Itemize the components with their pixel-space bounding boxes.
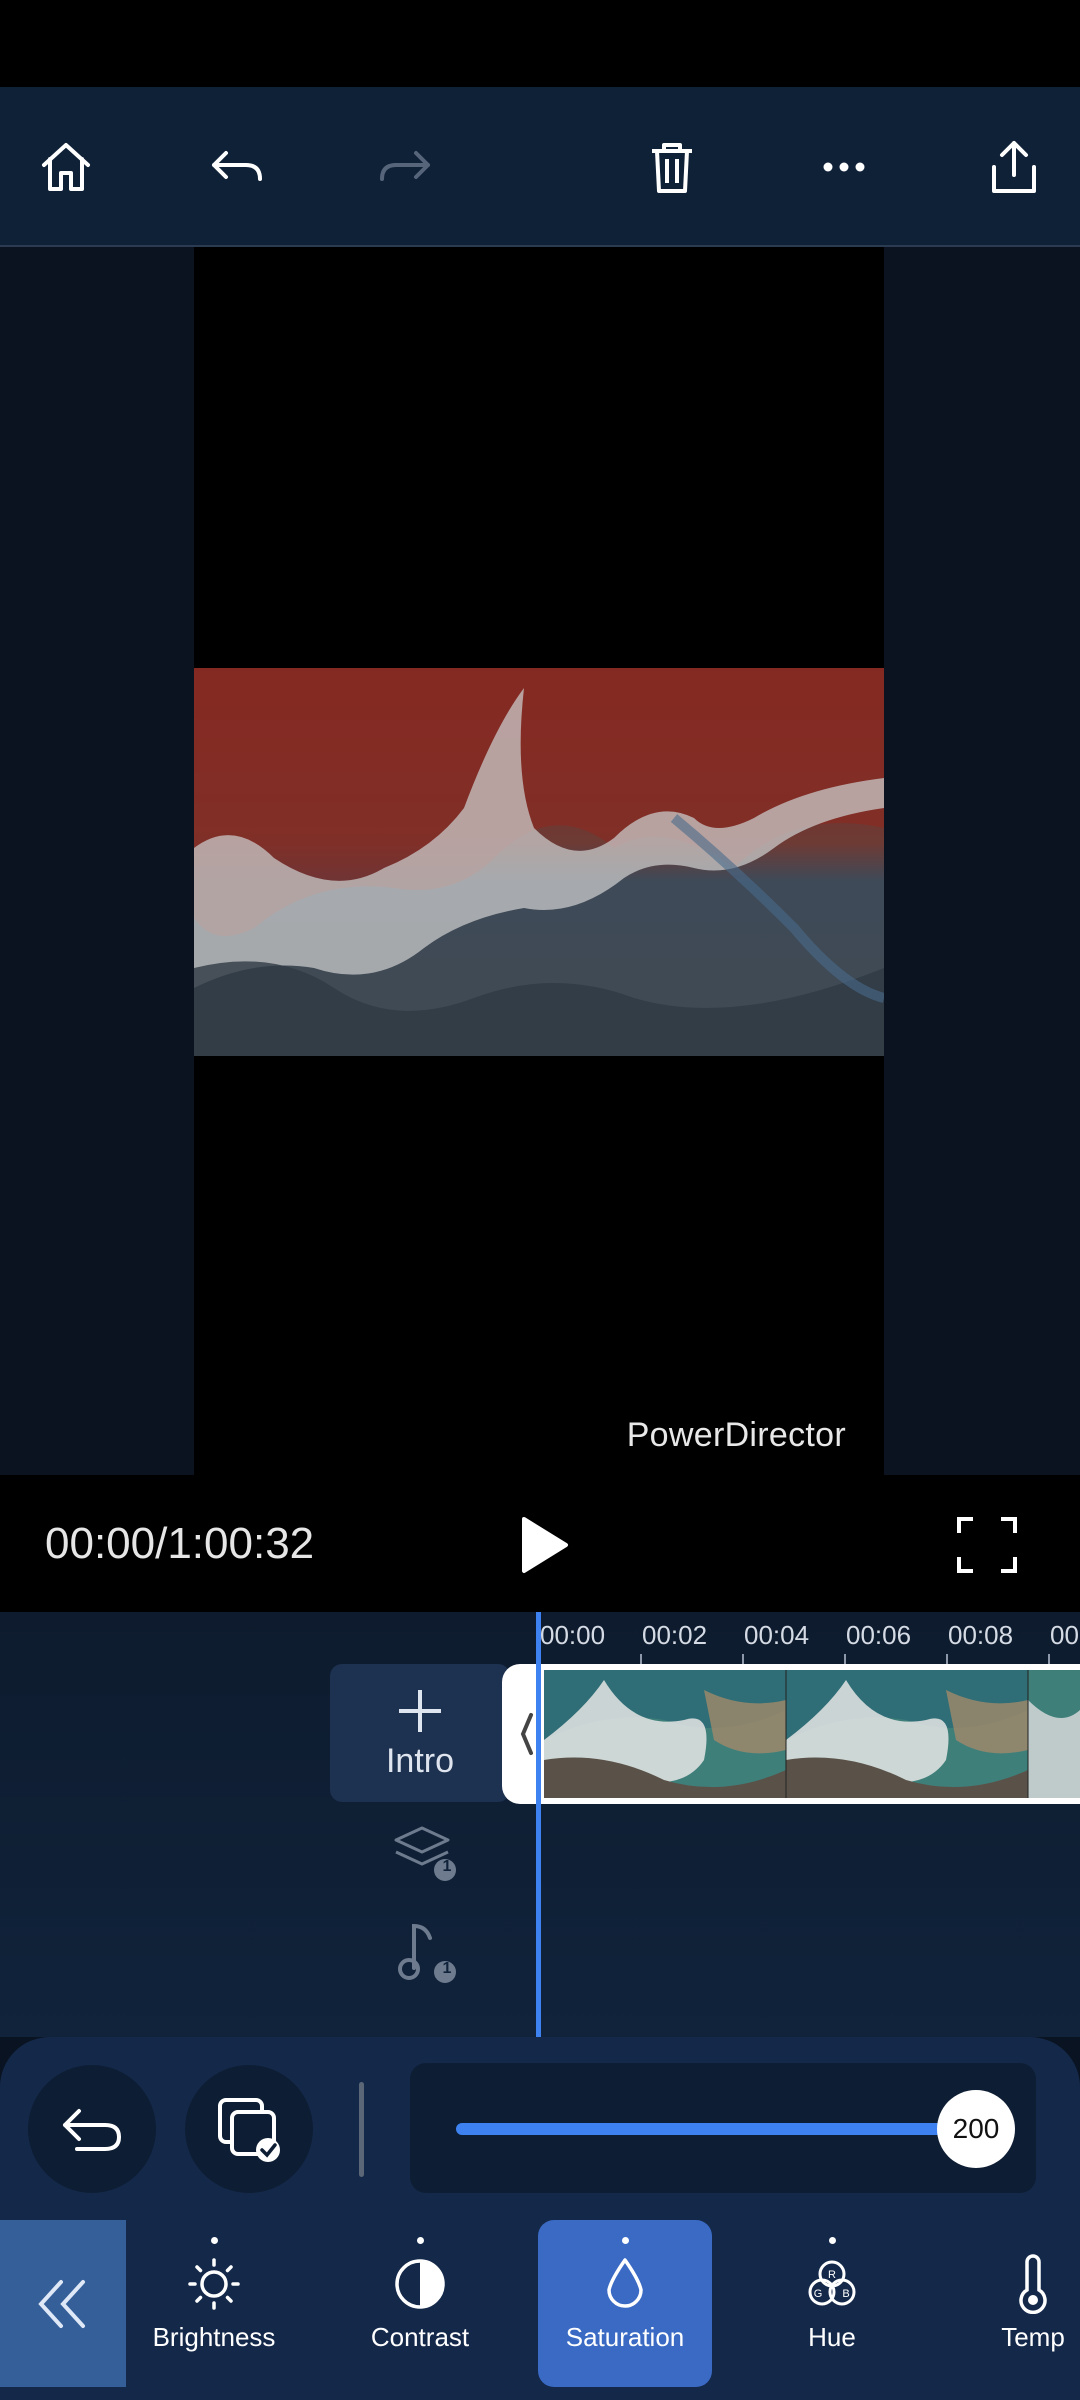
tab-indicator-dot (416, 2237, 424, 2244)
timeline-tick-label: 00:08 (948, 1620, 1014, 1650)
timeline-tick-label: 00:00 (540, 1620, 606, 1650)
intro-label: Intro (385, 1741, 455, 1780)
status-bar (0, 0, 1080, 87)
audio-track-button[interactable]: 1 (390, 1916, 460, 1991)
thermometer-icon (1019, 2254, 1047, 2314)
export-button[interactable] (974, 127, 1054, 207)
timeline-tick-label: 00:04 (744, 1620, 810, 1650)
saturation-slider[interactable]: 200 (410, 2063, 1036, 2193)
collapse-button[interactable] (0, 2220, 126, 2387)
tab-indicator-dot (621, 2237, 629, 2244)
droplet-icon (607, 2258, 643, 2308)
tab-temp[interactable]: Temp (986, 2220, 1080, 2387)
timeline[interactable]: 00:00 00:02 00:04 00:06 00:08 00 Intro 1… (0, 1612, 1080, 2037)
tab-indicator-dot (828, 2237, 836, 2244)
more-button[interactable] (804, 127, 884, 207)
playhead[interactable] (536, 1612, 541, 2037)
clip-thumbnails (544, 1670, 1080, 1798)
adjust-panel: 200 Brightness Contrast Saturation R G B… (0, 2037, 1080, 2400)
chevron-left-icon (520, 1713, 533, 1755)
home-icon (42, 143, 90, 191)
trash-icon (652, 143, 692, 193)
redo-icon (380, 151, 430, 181)
slider-track[interactable] (456, 2123, 976, 2135)
undo-icon (212, 151, 262, 181)
tab-label: Saturation (565, 2322, 685, 2352)
fullscreen-button[interactable] (955, 1515, 1019, 1575)
undo-arrow-icon (63, 2109, 121, 2151)
overlay-track-button[interactable]: 1 (390, 1822, 460, 1887)
top-toolbar (0, 87, 1080, 247)
sun-icon (188, 2258, 240, 2310)
adjust-tabs: Brightness Contrast Saturation R G B Hue… (0, 2220, 1080, 2400)
tab-label: Temp (1001, 2322, 1065, 2352)
svg-text:G: G (814, 2288, 823, 2300)
fullscreen-icon (957, 1517, 1017, 1573)
timeline-tick-label: 00:02 (642, 1620, 708, 1650)
tab-indicator-dot (210, 2237, 218, 2244)
tab-label: Hue (808, 2322, 856, 2352)
svg-text:R: R (828, 2269, 836, 2281)
tab-contrast[interactable]: Contrast (346, 2220, 494, 2387)
undo-button[interactable] (196, 127, 276, 207)
video-frame-image (194, 668, 884, 1056)
apply-to-all-button[interactable] (185, 2065, 313, 2193)
timecode: 00:00/1:00:32 (45, 1519, 315, 1568)
plus-icon (399, 1689, 441, 1732)
playback-bar: 00:00/1:00:32 (0, 1475, 1080, 1612)
tab-label: Brightness (152, 2322, 276, 2352)
tab-brightness[interactable]: Brightness (140, 2220, 288, 2387)
home-button[interactable] (26, 127, 106, 207)
slider-knob[interactable]: 200 (937, 2090, 1015, 2168)
redo-button[interactable] (366, 127, 446, 207)
clip-thumbnail-strip (544, 1670, 1080, 1798)
svg-text:B: B (842, 2288, 849, 2300)
play-icon (522, 1517, 568, 1573)
export-icon (992, 141, 1036, 193)
video-canvas[interactable]: PowerDirector (194, 247, 884, 1475)
rgb-icon: R G B (808, 2260, 856, 2306)
timeline-tick-label: 00 (1050, 1620, 1079, 1650)
play-button[interactable] (508, 1513, 578, 1577)
preview-area: PowerDirector (0, 247, 1080, 1475)
audio-count-badge: 1 (442, 1960, 452, 1977)
apply-all-icon (218, 2098, 280, 2162)
more-icon (823, 162, 865, 172)
tab-saturation[interactable]: Saturation (538, 2220, 712, 2387)
delete-button[interactable] (632, 127, 712, 207)
add-intro-button[interactable]: Intro (330, 1664, 510, 1802)
reset-button[interactable] (28, 2065, 156, 2193)
timeline-tick-label: 00:06 (846, 1620, 912, 1650)
panel-divider (359, 2082, 364, 2177)
tab-label: Contrast (370, 2322, 470, 2352)
video-clip[interactable] (502, 1664, 1080, 1804)
watermark: PowerDirector (626, 1416, 846, 1454)
slider-value: 200 (952, 2113, 1000, 2144)
overlay-count-badge: 1 (442, 1858, 452, 1875)
double-chevron-left-icon (38, 2279, 85, 2328)
tab-hue[interactable]: R G B Hue (758, 2220, 906, 2387)
video-frame (194, 668, 884, 1056)
contrast-icon (395, 2259, 445, 2309)
